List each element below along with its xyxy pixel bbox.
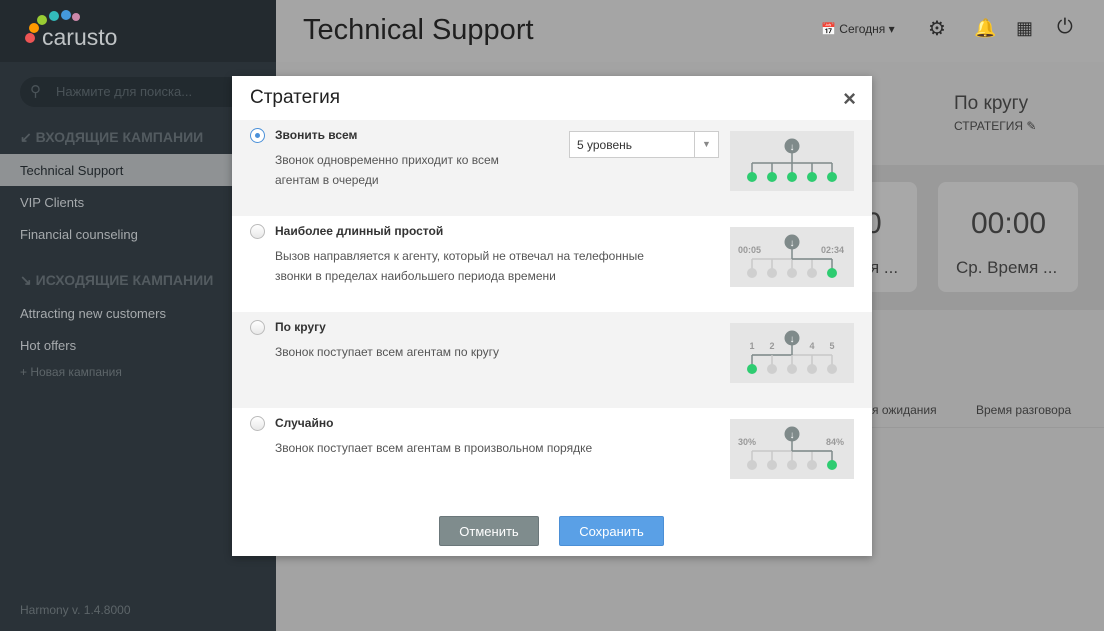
diagram-label: 1 (749, 341, 754, 351)
agent-dot (827, 364, 837, 374)
agent-dot (787, 364, 797, 374)
agent-dot (767, 172, 777, 182)
strategy-value: По кругу (954, 93, 1029, 114)
agent-dot (807, 172, 817, 182)
option-description: Звонок поступает всем агентам в произвол… (275, 438, 592, 458)
agent-dot (767, 364, 777, 374)
modal-title: Стратегия (250, 87, 341, 108)
strategy-label-text: СТРАТЕГИЯ (954, 119, 1023, 133)
option-title: Случайно (275, 416, 334, 430)
agent-dot (827, 268, 837, 278)
incoming-header-label: ВХОДЯЩИЕ КАМПАНИИ (35, 129, 204, 145)
strategy-radio[interactable] (250, 320, 265, 335)
arrow-down-icon: ↓ (790, 334, 795, 345)
option-description: Вызов направляется к агенту, который не … (275, 246, 644, 286)
agent-dot (767, 268, 777, 278)
diagram-label: 00:05 (738, 245, 761, 255)
stat-label: Ср. Время ... (956, 258, 1058, 277)
agent-dot (747, 172, 757, 182)
edit-icon[interactable]: ✎ (1026, 119, 1036, 133)
settings-icon[interactable]: ⚙ (928, 16, 946, 41)
desc-line: Звонок поступает всем агентам в произвол… (275, 441, 593, 455)
agent-dot (787, 172, 797, 182)
option-title: Звонить всем (275, 128, 358, 142)
strategy-diagram: ↓ 1 2 4 5 (730, 323, 854, 383)
desc-line: звонки в пределах наибольшего периода вр… (275, 269, 556, 283)
option-title: По кругу (275, 320, 326, 334)
version: Harmony v. 1.4.8000 (20, 603, 131, 617)
arrow-down-icon: ↓ (790, 430, 795, 441)
incoming-header: ↙ ВХОДЯЩИЕ КАМПАНИИ (20, 129, 204, 145)
strategy-diagram: ↓ 00:05 02:34 (730, 227, 854, 287)
desc-line: Вызов направляется к агенту, который не … (275, 249, 644, 263)
power-icon[interactable]: ⏻ (1057, 16, 1073, 39)
arrow-down-icon: ↓ (790, 238, 795, 249)
cancel-button[interactable]: Отменить (439, 516, 539, 546)
outgoing-header: ↘ ИСХОДЯЩИЕ КАМПАНИИ (20, 272, 214, 288)
chevron-down-icon: ▼ (694, 132, 718, 157)
agent-dot (747, 364, 757, 374)
agent-dot (827, 460, 837, 470)
agent-dot (807, 268, 817, 278)
option-description: Звонок одновременно приходит ко всем аген… (275, 150, 499, 190)
arrow-down-icon: ↓ (790, 142, 795, 153)
search-icon: ⚲ (30, 83, 41, 100)
strategy-modal: Стратегия × Звонить всем Звонок одноврем… (232, 76, 872, 556)
agent-dot (767, 460, 777, 470)
strategy-label: СТРАТЕГИЯ ✎ (954, 119, 1036, 133)
diagram-label: 2 (769, 341, 774, 351)
strategy-option[interactable]: Случайно Звонок поступает всем агентам в… (232, 408, 872, 504)
column-header[interactable]: я ожидания (872, 403, 937, 417)
level-value: 5 уровень (577, 138, 633, 152)
page-title: Technical Support (303, 14, 534, 46)
diagram-label: 30% (738, 437, 756, 447)
search-input[interactable]: ⚲ Нажмите для поиска... (20, 77, 260, 107)
option-description: Звонок поступает всем агентам по кругу (275, 342, 499, 362)
option-title: Наиболее длинный простой (275, 224, 444, 238)
bell-icon[interactable]: 🔔 (974, 18, 996, 39)
agent-dot (787, 268, 797, 278)
divider (872, 427, 1104, 428)
column-header[interactable]: Время разговора (976, 403, 1071, 417)
apps-grid-icon[interactable]: ▦ (1016, 18, 1033, 39)
level-select[interactable]: 5 уровень ▼ (569, 131, 719, 158)
strategy-diagram: ↓ 30% 84% (730, 419, 854, 479)
strategy-option[interactable]: Звонить всем Звонок одновременно приходи… (232, 120, 872, 216)
agent-dot (807, 364, 817, 374)
diagram-label: 4 (809, 341, 814, 351)
agent-dot (827, 172, 837, 182)
logo-text: carusto (42, 24, 118, 50)
stat-card: 00:00 Ср. Время ... (938, 182, 1078, 292)
logo[interactable]: carusto (0, 0, 276, 62)
strategy-radio[interactable] (250, 416, 265, 431)
date-label: Сегодня (839, 22, 886, 36)
save-button[interactable]: Сохранить (559, 516, 664, 546)
desc-line: Звонок поступает всем агентам по кругу (275, 345, 500, 359)
agent-dot (747, 268, 757, 278)
desc-line: Звонок одновременно приходит ко всем (275, 153, 499, 167)
agent-dot (807, 460, 817, 470)
strategy-diagram: ↓ (730, 131, 854, 191)
search-placeholder: Нажмите для поиска... (56, 84, 193, 99)
strategy-radio[interactable] (250, 128, 265, 143)
new-campaign-link[interactable]: + Новая кампания (20, 365, 122, 379)
stat-label: я ... (870, 258, 899, 277)
date-picker[interactable]: 📅 Сегодня ▾ (821, 22, 895, 36)
strategy-option[interactable]: По кругу Звонок поступает всем агентам п… (232, 312, 872, 408)
diagram-label: 5 (829, 341, 834, 351)
strategy-option[interactable]: Наиболее длинный простой Вызов направляе… (232, 216, 872, 312)
diagram-label: 84% (826, 437, 844, 447)
diagram-label: 02:34 (821, 245, 844, 255)
desc-line: агентам в очереди (275, 173, 379, 187)
stat-value: 00:00 (971, 207, 1047, 240)
outgoing-header-label: ИСХОДЯЩИЕ КАМПАНИИ (35, 272, 214, 288)
agent-dot (747, 460, 757, 470)
agent-dot (787, 460, 797, 470)
close-icon[interactable]: × (843, 86, 856, 112)
strategy-radio[interactable] (250, 224, 265, 239)
